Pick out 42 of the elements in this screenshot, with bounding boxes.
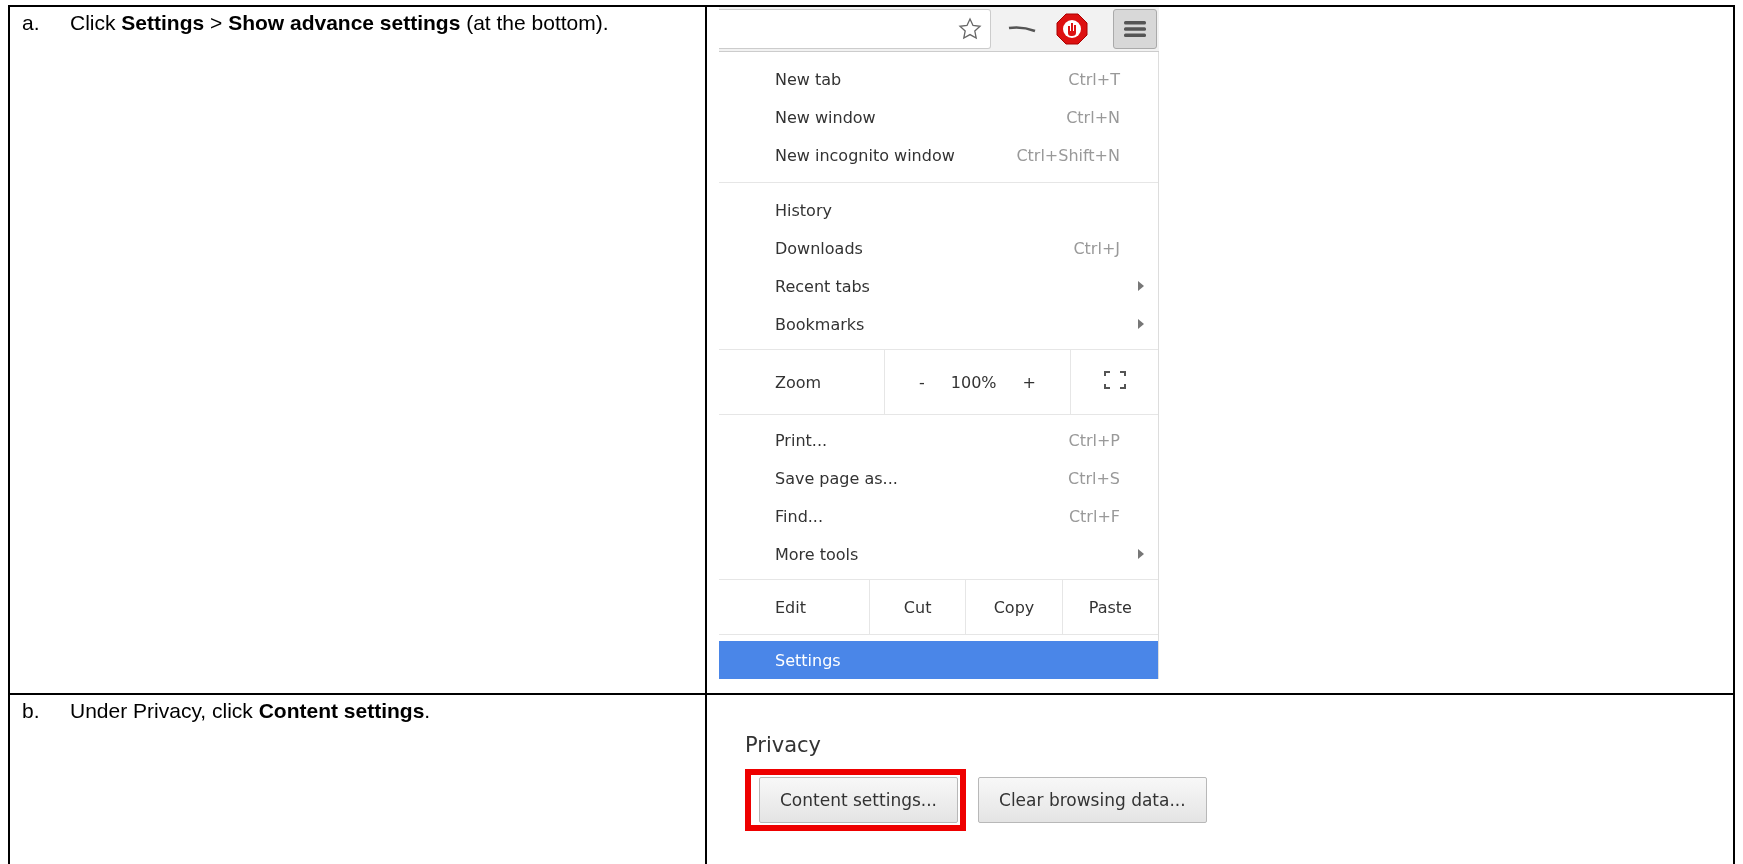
menu-button[interactable] <box>1113 9 1157 49</box>
shortcut-label: Ctrl+N <box>1066 107 1120 127</box>
menu-label: Edit <box>774 596 807 619</box>
settings-button[interactable]: Content settings... <box>759 777 959 823</box>
zoom-out-button[interactable]: - <box>915 372 929 392</box>
zoom-in-button[interactable]: + <box>1018 372 1040 392</box>
shortcut-label: Ctrl+T <box>1068 69 1120 89</box>
submenu-arrow-icon <box>1138 549 1144 559</box>
menu-item[interactable]: Save page as... Ctrl+S <box>719 459 1158 497</box>
shortcut-label: Ctrl+F <box>1068 506 1120 526</box>
menu-item[interactable]: More tools <box>719 535 1158 573</box>
menu-item[interactable]: New incognito window Ctrl+Shift+N <box>719 136 1158 174</box>
star-icon[interactable] <box>958 17 982 41</box>
menu-action[interactable]: Copy <box>989 597 1039 617</box>
menu-item[interactable]: New tab Ctrl+T <box>719 60 1158 98</box>
zoom-level: 100% <box>950 372 997 392</box>
menu-icon <box>1123 19 1147 39</box>
submenu-arrow-icon <box>1138 281 1144 291</box>
menu-label: Zoom <box>774 371 823 394</box>
submenu-arrow-icon <box>1138 319 1144 329</box>
menu-item[interactable]: Bookmarks <box>719 305 1158 343</box>
menu-item[interactable]: Downloads Ctrl+J <box>719 229 1158 267</box>
section-heading: Privacy <box>745 733 822 757</box>
fullscreen-icon <box>1103 371 1126 389</box>
menu-item[interactable]: Settings <box>719 641 1158 679</box>
shortcut-label: Ctrl+J <box>1073 238 1120 258</box>
step-instruction: Under Privacy, click Content settings. <box>70 699 431 723</box>
step-instruction: Click Settings > Show advance settings (at the bottom). <box>70 11 609 35</box>
settings-button[interactable]: Clear browsing data... <box>978 777 1207 823</box>
menu-item[interactable]: Find... Ctrl+F <box>719 497 1158 535</box>
menu-item[interactable]: Recent tabs <box>719 267 1158 305</box>
step-marker: b. <box>21 699 41 723</box>
step-marker: a. <box>21 11 41 35</box>
stop-hand-icon[interactable] <box>1055 12 1089 46</box>
shortcut-label: Ctrl+Shift+N <box>1016 145 1120 165</box>
menu-item[interactable]: History <box>719 191 1158 229</box>
shortcut-label: Ctrl+S <box>1067 468 1120 488</box>
menu-action[interactable]: Cut <box>899 597 936 617</box>
menu-item[interactable]: New window Ctrl+N <box>719 98 1158 136</box>
shortcut-label: Ctrl+P <box>1068 430 1120 450</box>
menu-action[interactable]: Paste <box>1084 597 1136 617</box>
menu-item[interactable]: Print... Ctrl+P <box>719 421 1158 459</box>
